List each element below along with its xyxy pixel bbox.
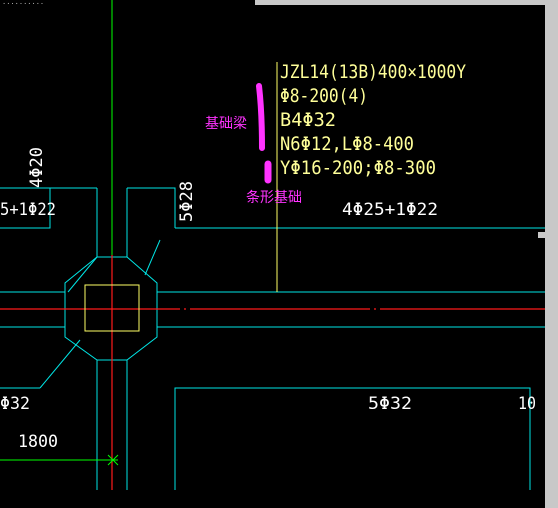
title-fragment: .......... — [2, 0, 44, 6]
haunch-left-lower — [39, 339, 81, 389]
right-gray-scrollbar[interactable] — [545, 0, 558, 508]
beam-callout-label: 基础梁 — [205, 115, 247, 132]
annotation-line-4: N6Φ12,LΦ8-400 — [280, 133, 414, 155]
beam-callout-mark — [256, 83, 265, 151]
strip-callout-label: 条形基础 — [246, 189, 302, 206]
rebar-label-mid-vertical: 5Φ28 — [177, 181, 197, 222]
rebar-label-left-bottom: Φ32 — [0, 394, 30, 414]
strip-foundation-outlines — [0, 187, 545, 490]
annotation-line-3: B4Φ32 — [280, 109, 336, 131]
strip-bottom-right — [174, 387, 531, 490]
annotation-line-2: Φ8-200(4) — [280, 85, 368, 107]
annotation-line-1: JZL14(13B)400×1000Y — [280, 61, 466, 83]
dimension-label: 1800 — [18, 432, 58, 452]
rebar-label-far-right-bottom: 10 — [518, 394, 536, 414]
rebar-label-left-top: 5+1Φ22 — [0, 200, 56, 220]
haunch-left-upper — [67, 256, 98, 293]
rebar-label-right-bottom: 5Φ32 — [368, 394, 412, 414]
right-gray-strip-notch — [538, 232, 558, 238]
strip-top-span — [127, 187, 176, 228]
beam-annotation-block[interactable]: JZL14(13B)400×1000Y Φ8-200(4) B4Φ32 N6Φ1… — [280, 61, 466, 179]
top-right-gray-panel — [255, 0, 558, 5]
haunch-right-upper — [144, 239, 161, 276]
cad-drawing-view[interactable]: .......... 基础梁 条形基础 JZL14(13B)400×1000Y … — [0, 0, 558, 508]
rebar-label-right-top: 4Φ25+1Φ22 — [342, 200, 438, 220]
annotation-line-5: YΦ16-200;Φ8-300 — [280, 157, 436, 179]
rebar-label-left-vertical: 4Φ20 — [27, 147, 47, 188]
foundation-plan-canvas[interactable]: .......... 基础梁 条形基础 JZL14(13B)400×1000Y … — [0, 0, 558, 508]
